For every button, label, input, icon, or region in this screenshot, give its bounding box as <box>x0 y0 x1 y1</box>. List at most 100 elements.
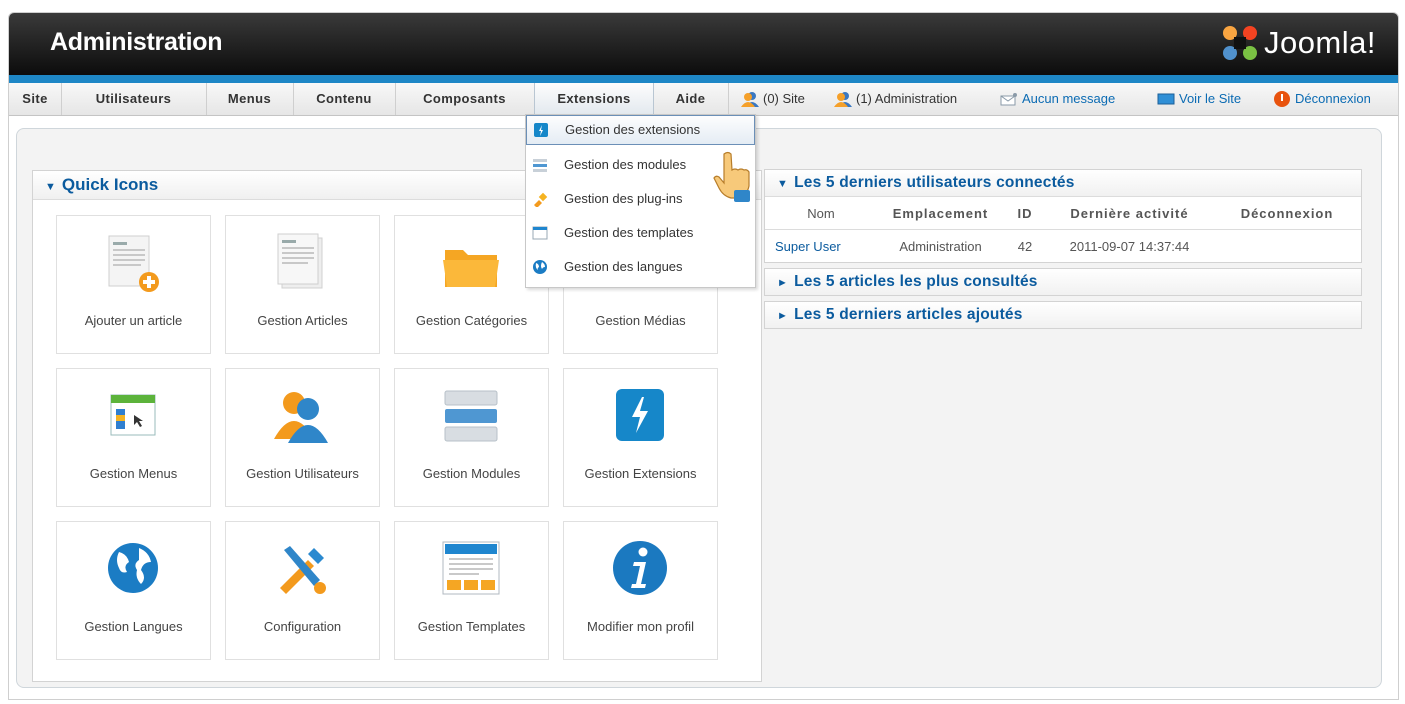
tools-icon <box>280 546 326 594</box>
dropdown-item-extensions[interactable]: Gestion des extensions <box>526 115 755 145</box>
quick-icon-menus[interactable]: Gestion Menus <box>56 368 211 507</box>
tile-label: Gestion Extensions <box>584 466 697 481</box>
user-last-activity: 2011-09-07 14:37:44 <box>1046 229 1213 262</box>
messages-link[interactable]: Aucun message <box>1000 83 1115 115</box>
site-users-status[interactable]: (0) Site <box>741 83 805 115</box>
folder-icon <box>443 250 499 287</box>
tile-label: Gestion Médias <box>595 313 686 328</box>
quick-icon-languages[interactable]: Gestion Langues <box>56 521 211 660</box>
site-users-count: (0) Site <box>763 91 805 106</box>
table-row: Super User Administration 42 2011-09-07 … <box>765 229 1361 262</box>
user-name-link[interactable]: Super User <box>765 229 877 262</box>
dropdown-item-label: Gestion des langues <box>564 259 683 274</box>
column-header-name[interactable]: Nom <box>765 196 877 230</box>
logged-users-header[interactable]: ▼ Les 5 derniers utilisateurs connectés <box>765 170 1361 196</box>
popular-articles-title: Les 5 articles les plus consultés <box>794 273 1038 290</box>
menu-users[interactable]: Utilisateurs <box>61 83 207 115</box>
info-icon <box>613 541 667 595</box>
tile-label: Gestion Articles <box>257 313 348 328</box>
quick-icon-users[interactable]: Gestion Utilisateurs <box>225 368 380 507</box>
menu-content[interactable]: Contenu <box>293 83 396 115</box>
quick-icon-profile[interactable]: Modifier mon profil <box>563 521 718 660</box>
dropdown-item-templates[interactable]: Gestion des templates <box>526 219 755 247</box>
menu-menus[interactable]: Menus <box>206 83 294 115</box>
right-panel: ▼ Les 5 derniers utilisateurs connectés N… <box>764 169 1362 334</box>
admin-users-status[interactable]: (1) Administration <box>834 83 957 115</box>
hand-cursor-icon <box>713 151 750 202</box>
latest-articles-header[interactable]: ► Les 5 derniers articles ajoutés <box>765 302 1361 328</box>
messages-label: Aucun message <box>1022 91 1116 106</box>
joomla-logo[interactable]: Joomla! <box>1220 23 1376 63</box>
tile-label: Gestion Modules <box>422 466 521 481</box>
expand-arrow-icon: ► <box>777 310 789 322</box>
extensions-icon <box>616 389 664 441</box>
modules-icon <box>533 159 547 172</box>
template-icon <box>442 541 500 595</box>
dropdown-item-label: Gestion des modules <box>564 157 687 172</box>
collapse-arrow-icon: ▼ <box>777 178 789 190</box>
logo-text: Joomla! <box>1263 25 1376 60</box>
view-site-link[interactable]: Voir le Site <box>1157 83 1241 115</box>
accent-bar <box>9 75 1398 83</box>
view-site-label: Voir le Site <box>1179 91 1242 106</box>
dropdown-item-languages[interactable]: Gestion des langues <box>526 253 755 281</box>
popular-articles-header[interactable]: ► Les 5 articles les plus consultés <box>765 269 1361 295</box>
page-title: Administration <box>50 28 223 56</box>
logged-users-table: Nom Emplacement ID Dernière activité Déc… <box>765 196 1361 262</box>
globe-icon <box>108 543 158 593</box>
tile-label: Gestion Templates <box>417 619 526 634</box>
quick-icon-templates[interactable]: Gestion Templates <box>394 521 549 660</box>
menu-components[interactable]: Composants <box>395 83 535 115</box>
column-header-id[interactable]: ID <box>1004 196 1046 230</box>
quick-icon-add-article[interactable]: Ajouter un article <box>56 215 211 354</box>
tile-label: Gestion Utilisateurs <box>246 466 359 481</box>
message-icon <box>1000 93 1017 106</box>
quick-icon-extensions[interactable]: Gestion Extensions <box>563 368 718 507</box>
tile-label: Ajouter un article <box>84 313 183 328</box>
user-id: 42 <box>1004 229 1046 262</box>
logout-label: Déconnexion <box>1295 91 1371 106</box>
menu-icon <box>110 394 156 436</box>
dropdown-item-label: Gestion des extensions <box>565 122 701 137</box>
tile-label: Gestion Catégories <box>415 313 528 328</box>
column-header-last-activity[interactable]: Dernière activité <box>1046 196 1213 230</box>
dropdown-item-label: Gestion des templates <box>564 225 694 240</box>
expand-arrow-icon: ► <box>777 277 789 289</box>
popular-articles-box: ► Les 5 articles les plus consultés <box>764 268 1362 296</box>
tile-label: Gestion Langues <box>84 619 183 634</box>
column-header-logout: Déconnexion <box>1213 196 1361 230</box>
templates-icon <box>532 226 548 240</box>
quick-icons-title: Quick Icons <box>61 175 159 194</box>
quick-icon-modules[interactable]: Gestion Modules <box>394 368 549 507</box>
monitor-icon <box>1157 93 1175 105</box>
extensions-icon <box>534 123 548 137</box>
languages-icon <box>533 260 547 274</box>
admin-users-count: (1) Administration <box>856 91 958 106</box>
tile-label: Modifier mon profil <box>587 619 694 634</box>
user-location: Administration <box>877 229 1004 262</box>
collapse-arrow-icon: ▼ <box>45 181 56 193</box>
menu-extensions[interactable]: Extensions <box>534 83 654 115</box>
latest-articles-title: Les 5 derniers articles ajoutés <box>794 306 1023 323</box>
logout-icon <box>1274 91 1290 107</box>
menu-help[interactable]: Aide <box>653 83 729 115</box>
main-menu-bar: Site Utilisateurs Menus Contenu Composan… <box>9 83 1398 116</box>
users-icon <box>741 92 759 107</box>
admin-header: Administration Joomla! <box>9 13 1398 75</box>
user-logout[interactable] <box>1213 229 1361 262</box>
modules-icon <box>444 390 498 442</box>
tile-label: Configuration <box>263 619 342 634</box>
quick-icon-configuration[interactable]: Configuration <box>225 521 380 660</box>
articles-icon <box>277 233 323 289</box>
column-header-location[interactable]: Emplacement <box>877 196 1004 230</box>
logged-users-box: ▼ Les 5 derniers utilisateurs connectés N… <box>764 169 1362 263</box>
joomla-logo-icon <box>1222 26 1257 60</box>
tile-label: Gestion Menus <box>89 466 178 481</box>
logged-users-title: Les 5 derniers utilisateurs connectés <box>794 174 1075 191</box>
latest-articles-box: ► Les 5 derniers articles ajoutés <box>764 301 1362 329</box>
users-icon <box>834 92 852 107</box>
logout-link[interactable]: Déconnexion <box>1273 83 1371 115</box>
quick-icon-articles[interactable]: Gestion Articles <box>225 215 380 354</box>
menu-site[interactable]: Site <box>9 83 62 115</box>
users-icon <box>274 392 328 443</box>
